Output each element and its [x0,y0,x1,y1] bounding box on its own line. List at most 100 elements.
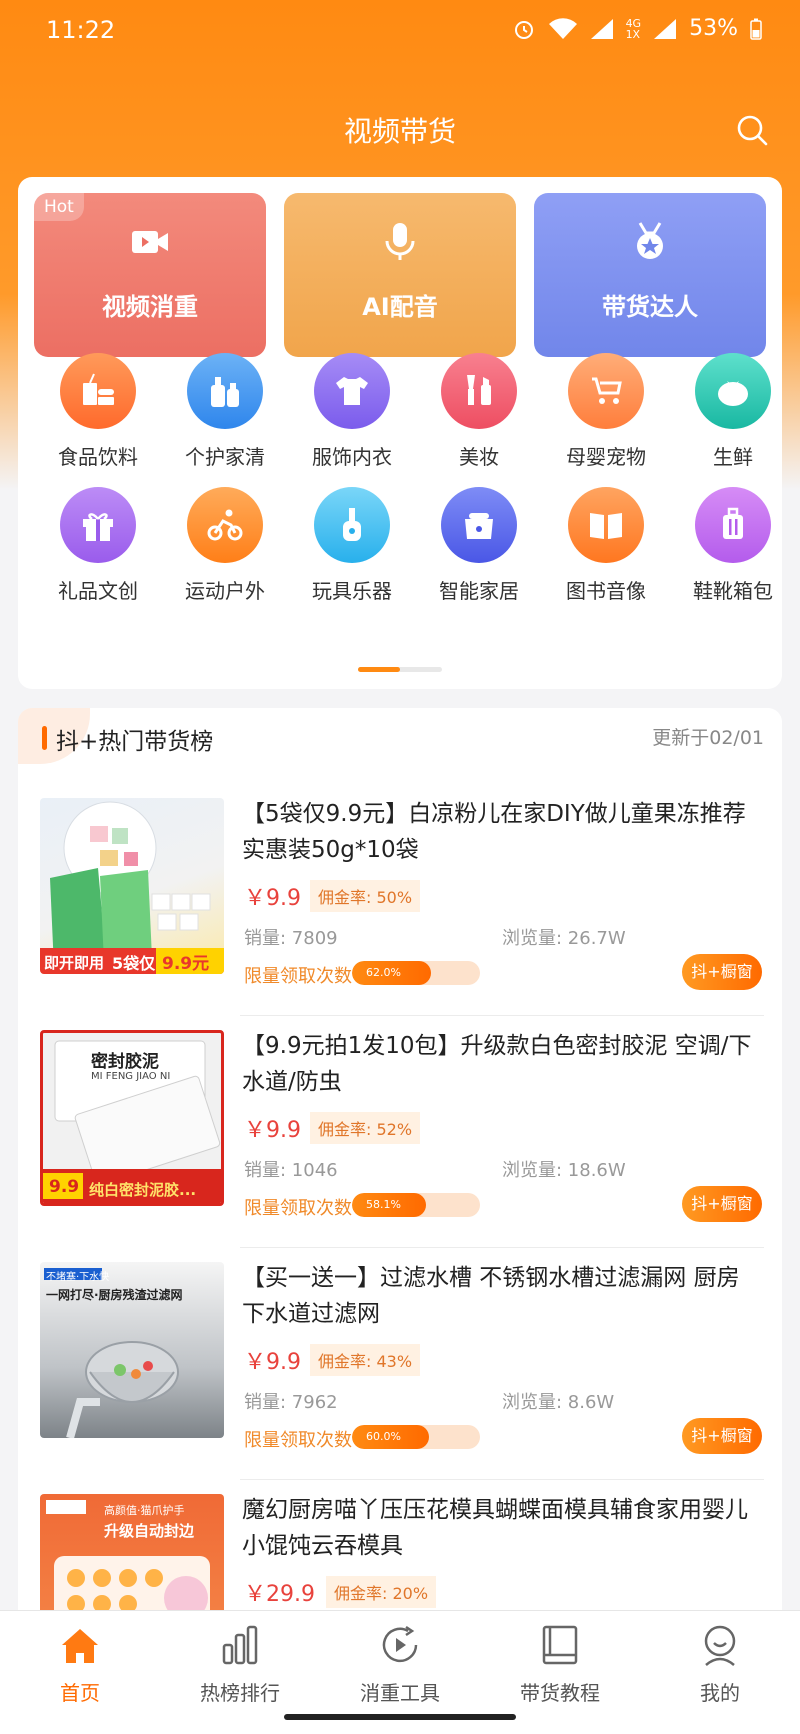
product-item[interactable]: 不堵塞·下水快 一网打尽·厨房残渣过滤网 【买一送一】过滤水槽 不锈钢水槽过滤漏… [18,1248,782,1480]
page-title: 视频带货 [343,115,456,148]
thumb-tag: 9.9 [49,1177,80,1197]
category-label: 食品饮料 [58,445,138,469]
tab-label: 带货教程 [520,1681,600,1705]
category-bags[interactable]: 鞋靴箱包 [673,487,793,604]
thumb-tag: 5袋仅 [112,954,156,973]
tab-label: 首页 [60,1681,100,1705]
tab-home[interactable]: 首页 [0,1623,160,1706]
feature-label: 视频消重 [102,293,198,321]
category-books[interactable]: 图书音像 [546,487,666,604]
battery-icon [750,18,762,40]
home-icon [62,1629,98,1663]
category-label: 鞋靴箱包 [693,579,773,603]
search-icon[interactable] [734,112,770,148]
product-item[interactable]: 即开即用 5袋仅 9.9元 【5袋仅9.9元】白凉粉儿在家DIY做儿童果冻推荐实… [18,784,782,1016]
category-food[interactable]: 食品饮料 [38,353,158,470]
status-bar: 11:22 4G 1X 53% [0,0,800,66]
category-label: 个护家清 [185,445,265,469]
category-label: 美妆 [459,445,499,469]
cell-signal-2-icon [654,18,677,39]
claim-progress: 58.1% [352,1193,480,1217]
tab-label: 热榜排行 [200,1681,280,1705]
page-indicator [358,667,442,672]
limit-label: 限量领取次数 [244,1430,352,1451]
wifi-icon [548,17,577,39]
product-item[interactable]: 密封胶泥 MI FENG JIAO NI 9.9 纯白密封泥胶... 【9.9元… [18,1016,782,1248]
category-label: 服饰内衣 [312,445,392,469]
feature-ai-voice[interactable]: AI配音 [284,193,516,357]
hotlist-header: 抖+热门带货榜 更新于02/01 [18,708,782,764]
product-price: ￥9.9 [244,886,301,911]
tab-tutorial[interactable]: 带货教程 [480,1623,640,1706]
thumb-caption: 不堵塞·下水快 [46,1272,110,1283]
tab-profile[interactable]: 我的 [640,1623,800,1706]
category-gift[interactable]: 礼品文创 [38,487,158,604]
tomato-icon [695,353,771,429]
progress-percent: 58.1% [366,1198,401,1211]
hotlist-updated: 更新于02/01 [652,727,764,749]
category-smart-home[interactable]: 智能家居 [419,487,539,604]
sales-count: 销量: 7809 [244,928,338,949]
feature-sales-expert[interactable]: 带货达人 [534,193,766,357]
category-label: 玩具乐器 [312,579,392,603]
product-thumbnail: 即开即用 5袋仅 9.9元 [40,798,224,974]
gift-icon [60,487,136,563]
showcase-button[interactable]: 抖+橱窗 [682,1418,762,1454]
commission-badge: 佣金率: 50% [310,880,421,912]
page-indicator-active [358,667,400,672]
thumb-price: 9.9元 [162,954,210,974]
makeup-icon [441,353,517,429]
book-icon [568,487,644,563]
tab-dedup-tool[interactable]: 消重工具 [320,1623,480,1706]
guitar-icon [314,487,390,563]
bar-chart-icon [222,1625,258,1665]
category-label: 礼品文创 [58,579,138,603]
feature-video-dedup[interactable]: Hot 视频消重 [34,193,266,357]
category-personal-care[interactable]: 个护家清 [165,353,285,470]
category-label: 母婴宠物 [566,445,646,469]
tab-hot-ranking[interactable]: 热榜排行 [160,1623,320,1706]
category-baby-pet[interactable]: 母婴宠物 [546,353,666,470]
commission-badge: 佣金率: 43% [310,1344,421,1376]
category-toys[interactable]: 玩具乐器 [292,487,412,604]
microphone-icon [385,223,415,260]
baby-stroller-icon [568,353,644,429]
showcase-button[interactable]: 抖+橱窗 [682,1186,762,1222]
product-title: 【9.9元拍1发10包】升级款白色密封胶泥 空调/下水道/防虫 [242,1033,752,1095]
progress-percent: 62.0% [366,966,401,979]
category-label: 图书音像 [566,579,646,603]
showcase-button[interactable]: 抖+橱窗 [682,954,762,990]
product-price: ￥9.9 [244,1350,301,1375]
header-accent-bar [42,726,47,750]
thumb-subcaption: 升级自动封边 [104,1522,195,1540]
refresh-play-icon [382,1625,418,1663]
product-title: 【5袋仅9.9元】白凉粉儿在家DIY做儿童果冻推荐实惠装50g*10袋 [242,801,746,863]
hot-badge: Hot [34,193,84,221]
claim-progress: 60.0% [352,1425,480,1449]
category-sports[interactable]: 运动户外 [165,487,285,604]
commission-badge: 佣金率: 20% [326,1576,437,1608]
product-price: ￥9.9 [244,1118,301,1143]
category-makeup[interactable]: 美妆 [419,353,539,470]
product-title: 魔幻厨房喵丫压压花模具蝴蝶面模具辅食家用婴儿小馄饨云吞模具 [242,1497,748,1559]
thumb-caption: 高颜值·猫爪护手 [104,1504,185,1517]
hotlist-title: 抖+热门带货榜 [56,729,214,755]
sales-count: 销量: 1046 [244,1160,338,1181]
view-count: 浏览量: 26.7W [502,928,626,949]
claim-progress: 62.0% [352,961,480,985]
category-clothing[interactable]: 服饰内衣 [292,353,412,470]
title-bar: 视频带货 [0,100,800,160]
category-fresh[interactable]: 生鲜 [673,353,793,470]
feature-label: AI配音 [362,293,438,321]
hotlist-card: 抖+热门带货榜 更新于02/01 即开即用 5袋仅 9.9元 【5袋仅9.9元】… [18,708,782,1638]
tools-card: Hot 视频消重 AI配音 带货达人 食品饮料 个护家清 服饰内衣 美妆 母婴宠… [18,177,782,689]
battery-percent: 53% [689,16,738,41]
luggage-icon [695,487,771,563]
status-icons: 4G 1X 53% [512,16,762,41]
medal-icon [637,222,663,259]
rice-cooker-icon [441,487,517,563]
tab-label: 我的 [700,1681,740,1705]
profile-icon [704,1625,736,1666]
category-label: 智能家居 [439,579,519,603]
view-count: 浏览量: 18.6W [502,1160,626,1181]
